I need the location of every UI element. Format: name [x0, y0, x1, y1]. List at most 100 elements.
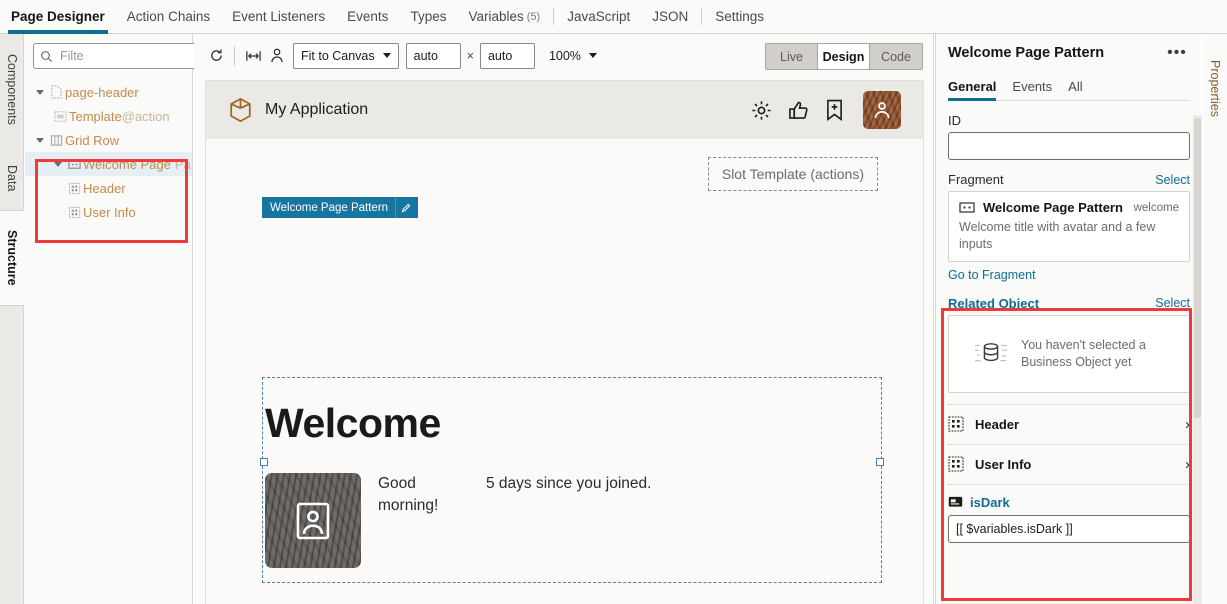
canvas-toolbar: Fit to Canvas auto × auto 100% Live Desi… [194, 34, 933, 77]
variable-icon [948, 496, 963, 508]
rail-tab-label: Data [5, 165, 19, 191]
tree-row-label: Welcome Page [83, 157, 171, 172]
resize-handle-left[interactable] [260, 458, 268, 466]
tree-row-page-header[interactable]: page-header [25, 80, 192, 104]
tab-all[interactable]: All [1068, 72, 1082, 100]
gear-icon[interactable] [751, 100, 772, 121]
thumbs-up-icon[interactable] [788, 100, 810, 121]
view-mode-group: Live Design Code [765, 43, 923, 70]
tab-events[interactable]: Events [1012, 72, 1052, 100]
toolbar-divider [234, 46, 235, 66]
chevron-down-icon [383, 53, 391, 58]
go-to-fragment-link[interactable]: Go to Fragment [948, 268, 1036, 282]
related-object-select-link[interactable]: Select [1155, 296, 1190, 310]
properties-scrollbar-thumb[interactable] [1194, 118, 1201, 418]
design-canvas[interactable]: My Application Slot [205, 80, 924, 604]
filter-row: ••• [25, 34, 192, 78]
chevron-down-icon[interactable] [51, 162, 65, 167]
tab-divider [553, 8, 554, 25]
properties-more-button[interactable]: ••• [1164, 42, 1190, 64]
related-object-header: Related Object Select [948, 296, 1190, 311]
grid-row-icon [47, 134, 65, 147]
avatar[interactable] [863, 91, 901, 129]
tab-variables[interactable]: Variables (5) [457, 0, 551, 34]
property-row-header[interactable]: Header › [948, 404, 1190, 445]
fragment-description: Welcome title with avatar and a few inpu… [959, 219, 1179, 253]
tree-row-header[interactable]: Header [25, 176, 192, 200]
tab-general[interactable]: General [948, 72, 996, 100]
bookmark-add-icon[interactable] [826, 99, 843, 121]
mode-button-live[interactable]: Live [766, 44, 818, 69]
variable-value-field[interactable] [948, 515, 1190, 543]
properties-title: Welcome Page Pattern [948, 45, 1104, 61]
tab-label: Page Designer [11, 9, 105, 24]
person-icon [872, 100, 892, 120]
tree-row-grid-row[interactable]: Grid Row [25, 128, 192, 152]
fit-to-canvas-select[interactable]: Fit to Canvas [293, 43, 399, 69]
template-icon [51, 110, 69, 123]
tab-label: Event Listeners [232, 9, 325, 24]
canvas-width-value: auto [414, 49, 438, 63]
fragment-icon [65, 158, 83, 171]
mode-button-code[interactable]: Code [870, 44, 922, 69]
dimension-separator: × [467, 49, 474, 63]
structure-panel: ••• page-header Template @action [25, 34, 193, 604]
id-field[interactable] [948, 132, 1190, 160]
canvas-height-input[interactable]: auto [480, 43, 535, 69]
tree-row-welcome-page-pattern[interactable]: Welcome Page Pa [25, 152, 192, 176]
horizontal-resize-icon[interactable] [241, 44, 265, 68]
mode-button-design[interactable]: Design [818, 44, 870, 69]
rail-tab-label: Structure [5, 230, 19, 286]
editor-tab-bar: Page Designer Action Chains Event Listen… [0, 0, 1227, 34]
rail-tab-components[interactable]: Components [0, 36, 24, 142]
business-object-empty-text: You haven't selected a Business Object y… [1021, 337, 1175, 371]
fragment-select-link[interactable]: Select [1155, 173, 1190, 187]
slot-template-actions[interactable]: Slot Template (actions) [708, 157, 878, 191]
fit-to-canvas-value: Fit to Canvas [301, 49, 375, 63]
tab-javascript[interactable]: JavaScript [556, 0, 641, 34]
rail-tab-data[interactable]: Data [0, 154, 24, 202]
related-object-label: Related Object [948, 296, 1039, 311]
tab-types[interactable]: Types [399, 0, 457, 34]
property-row-label: Header [975, 417, 1019, 432]
tab-event-listeners[interactable]: Event Listeners [221, 0, 336, 34]
rail-tab-structure[interactable]: Structure [0, 210, 24, 306]
tab-settings[interactable]: Settings [704, 0, 775, 34]
left-rail: Components Data Structure [0, 34, 24, 604]
zoom-level-select[interactable]: 100% [549, 49, 597, 63]
tab-events[interactable]: Events [336, 0, 399, 34]
tab-action-chains[interactable]: Action Chains [116, 0, 221, 34]
grid-icon [65, 182, 83, 195]
welcome-heading: Welcome [265, 400, 881, 447]
rail-tab-properties[interactable]: Properties [1203, 40, 1227, 136]
right-rail: Properties [1203, 34, 1227, 604]
selected-fragment-region[interactable]: Welcome Good morning! 5 days since you j… [262, 377, 882, 583]
tree-row-template[interactable]: Template @action [25, 104, 192, 128]
id-label: ID [948, 113, 1190, 128]
chevron-down-icon[interactable] [33, 90, 47, 95]
pencil-icon[interactable] [395, 197, 416, 218]
resize-handle-right[interactable] [876, 458, 884, 466]
tab-divider [701, 8, 702, 25]
fragment-card[interactable]: Welcome Page Pattern welcome Welcome tit… [948, 191, 1190, 262]
pattern-badge-label: Welcome Page Pattern [270, 202, 388, 214]
fragment-icon [959, 200, 975, 215]
tab-label: Events [347, 9, 388, 24]
tab-label: JSON [652, 9, 688, 24]
pattern-badge[interactable]: Welcome Page Pattern [262, 197, 418, 218]
rail-tab-label: Components [5, 54, 19, 125]
person-icon[interactable] [265, 44, 289, 68]
tree-row-user-info[interactable]: User Info [25, 200, 192, 224]
chevron-down-icon[interactable] [33, 138, 47, 143]
tree-row-sublabel: Pa [175, 157, 191, 172]
tab-json[interactable]: JSON [641, 0, 699, 34]
variable-name: isDark [970, 495, 1010, 510]
canvas-width-input[interactable]: auto [406, 43, 461, 69]
property-row-user-info[interactable]: User Info › [948, 445, 1190, 485]
grid-icon [948, 456, 964, 472]
refresh-icon[interactable] [204, 44, 228, 68]
tab-page-designer[interactable]: Page Designer [0, 0, 116, 34]
fragment-name: Welcome Page Pattern [983, 200, 1123, 215]
business-object-card[interactable]: You haven't selected a Business Object y… [948, 315, 1190, 393]
search-icon [40, 50, 53, 63]
